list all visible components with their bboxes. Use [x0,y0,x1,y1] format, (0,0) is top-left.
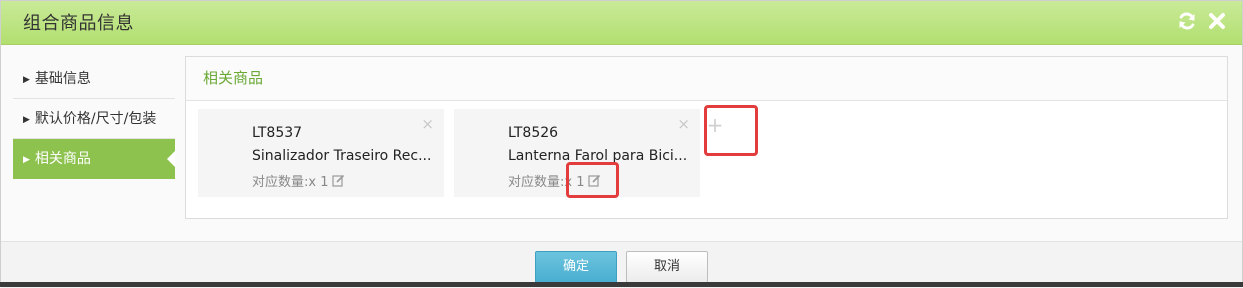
caret-right-icon: ▶ [23,75,30,85]
related-products-panel: 相关商品 LT8537 Sinalizador Traseiro Rec... … [185,56,1228,219]
quantity-text: 对应数量:x 1 [252,175,329,190]
sidebar-item-label: 相关商品 [34,151,91,167]
refresh-icon[interactable] [1176,8,1198,34]
panel-heading: 相关商品 [186,57,1227,101]
product-name: Lanterna Farol para Bici... [508,148,688,164]
cancel-button[interactable]: 取消 [626,251,708,283]
product-card: LT8526 Lanterna Farol para Bici... 对应数量:… [454,109,700,197]
remove-product-button[interactable]: × [677,115,690,133]
product-code: LT8537 [252,125,303,141]
quantity-text: 对应数量:x 1 [508,175,585,190]
remove-product-button[interactable]: × [421,115,434,133]
sidebar-item-related-products[interactable]: ▶ 相关商品 [13,139,175,179]
sidebar-item-default-price[interactable]: ▶ 默认价格/尺寸/包装 [13,99,175,139]
product-card: LT8537 Sinalizador Traseiro Rec... 对应数量:… [198,109,444,197]
product-quantity: 对应数量:x 1 [508,171,601,190]
edit-icon[interactable] [332,174,345,187]
sidebar-item-label: 默认价格/尺寸/包装 [34,111,157,127]
sidebar-nav: ▶ 基础信息 ▶ 默认价格/尺寸/包装 ▶ 相关商品 [13,59,175,179]
confirm-button[interactable]: 确定 [535,251,617,283]
edit-icon[interactable] [588,174,601,187]
titlebar-actions [1176,8,1228,34]
add-product-button[interactable]: + [705,115,725,137]
caret-right-icon: ▶ [23,115,30,125]
sidebar-item-label: 基础信息 [34,71,91,87]
sidebar-item-basic-info[interactable]: ▶ 基础信息 [13,59,175,99]
dialog-titlebar: 组合商品信息 [1,1,1242,45]
product-code: LT8526 [508,125,559,141]
dialog-title: 组合商品信息 [23,13,134,34]
bottom-edge [0,282,1243,287]
caret-right-icon: ▶ [23,155,30,165]
product-quantity: 对应数量:x 1 [252,171,345,190]
product-name: Sinalizador Traseiro Rec... [252,148,432,164]
close-icon[interactable] [1206,8,1228,34]
product-info-dialog: 组合商品信息 ▶ 基础信息 ▶ 默认价格/尺寸/包装 ▶ 相关商品 相关商品 L… [0,0,1243,288]
